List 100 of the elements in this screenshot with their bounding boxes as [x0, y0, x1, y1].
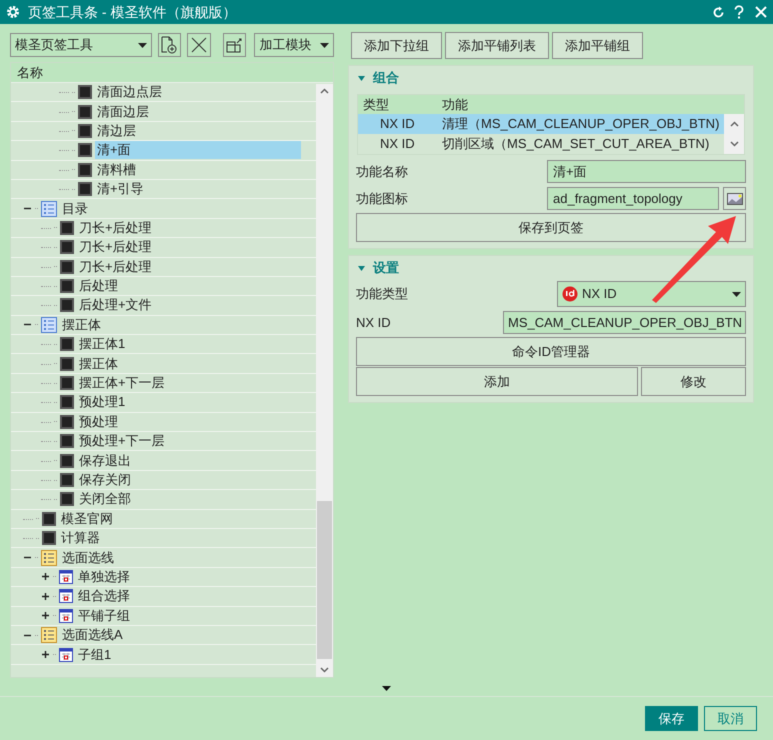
list-icon	[41, 550, 57, 566]
command-icon	[78, 162, 92, 177]
save-to-tab-button[interactable]: 保存到页签	[356, 213, 746, 242]
command-icon	[60, 298, 74, 312]
id-manager-button[interactable]: 命令ID管理器	[356, 337, 746, 366]
tab-dropdown[interactable]: 模圣页签工具	[10, 33, 152, 57]
scrollbar-thumb[interactable]	[317, 501, 332, 659]
field-label: 功能图标	[356, 190, 409, 208]
expand-icon[interactable]	[41, 611, 50, 620]
tree-item[interactable]: 后处理	[11, 276, 301, 296]
tree-item[interactable]: 平铺子组	[11, 606, 301, 625]
command-icon	[60, 454, 74, 468]
section-title: 组合	[373, 69, 399, 88]
scroll-up-icon[interactable]	[730, 121, 738, 127]
command-icon	[78, 182, 92, 196]
tree-item[interactable]: 预处理+下一层	[11, 432, 301, 450]
tree-item[interactable]: 清面边点层	[11, 83, 301, 102]
add-button[interactable]: 添加平铺组	[552, 32, 643, 59]
add-button[interactable]: 添加平铺列表	[445, 32, 549, 59]
tree-item[interactable]: 目录	[11, 199, 301, 218]
tree-item[interactable]: 清+引导	[11, 180, 301, 198]
tree-item[interactable]: 计算器	[11, 528, 301, 548]
tree-item[interactable]: 保存退出	[11, 451, 301, 470]
scrollbar[interactable]	[316, 84, 333, 677]
tree-item[interactable]: 刀长+后处理	[11, 258, 301, 276]
command-icon	[60, 220, 74, 235]
scrollbar[interactable]	[724, 114, 744, 154]
tree-item[interactable]: 子组1	[11, 645, 301, 664]
browse-image-button[interactable]	[723, 187, 746, 210]
tree-item[interactable]: 刀长+后处理	[11, 218, 301, 238]
field-label: 功能名称	[356, 162, 409, 181]
command-icon	[60, 260, 74, 274]
close-icon	[190, 37, 207, 53]
export-button[interactable]	[222, 33, 246, 57]
id-field[interactable]: MS_CAM_CLEANUP_OPER_OBJ_BTN	[503, 311, 746, 334]
add-button[interactable]: 添加下拉组	[351, 32, 442, 59]
tree-item[interactable]: 摆正体	[11, 316, 301, 334]
tree-item[interactable]: 预处理	[11, 412, 301, 432]
command-icon	[60, 434, 74, 448]
tree-item[interactable]: 摆正体	[11, 354, 301, 373]
window-title: 页签工具条 - 模圣软件（旗舰版）	[28, 2, 238, 22]
list-icon	[41, 316, 57, 333]
table-cell-text: 切削区域（MS_CAM_SET_CUT_AREA_BTN)	[441, 135, 710, 154]
help-icon[interactable]	[733, 5, 745, 19]
command-icon	[78, 104, 92, 119]
module-dropdown[interactable]: 加工模块	[254, 33, 334, 57]
tree-item[interactable]: 摆正体+下一层	[11, 374, 301, 392]
tree-item[interactable]: 清料槽	[11, 160, 301, 179]
command-icon	[60, 492, 74, 506]
command-icon	[60, 376, 74, 390]
expand-icon[interactable]	[41, 650, 50, 660]
scroll-down-icon[interactable]	[320, 667, 329, 673]
tree-item[interactable]: 后处理+文件	[11, 296, 301, 315]
close-button[interactable]	[187, 33, 211, 57]
tree-item[interactable]: 模圣官网	[11, 510, 301, 528]
tree-item[interactable]: 关闭全部	[11, 490, 301, 509]
command-icon	[42, 512, 56, 526]
reset-icon[interactable]	[712, 6, 725, 18]
column-header[interactable]: 功能	[438, 94, 744, 114]
modify-button[interactable]: 修改	[641, 367, 746, 396]
caret-icon[interactable]	[382, 686, 391, 691]
tree-item[interactable]: 选面选线	[11, 548, 301, 567]
tree-item[interactable]: 单独选择	[11, 568, 301, 586]
tree-item[interactable]: 预处理1	[11, 393, 301, 412]
type-dropdown[interactable]: NX ID	[557, 281, 746, 307]
command-icon	[60, 473, 74, 487]
table-cell-text: NX ID	[379, 135, 416, 154]
table-cell-text: 清理（MS_CAM_CLEANUP_OPER_OBJ_BTN)	[441, 115, 720, 134]
add-button[interactable]	[158, 33, 182, 57]
tree-item[interactable]: 保存关闭	[11, 470, 301, 490]
tree-item[interactable]: 清边层	[11, 122, 301, 140]
tree-item[interactable]: 选面选线A	[11, 626, 301, 644]
icon-field[interactable]: ad_fragment_topology	[547, 187, 719, 210]
close-icon[interactable]	[755, 6, 767, 18]
add-button[interactable]: 添加	[356, 367, 638, 396]
caret-icon	[732, 292, 741, 296]
expand-icon[interactable]	[41, 572, 50, 582]
command-icon	[60, 356, 74, 371]
table-cell-text: NX ID	[379, 115, 416, 134]
field-label: NX ID	[356, 314, 392, 332]
table-row[interactable]: NX ID 切削区域（MS_CAM_SET_CUT_AREA_BTN)	[358, 134, 724, 154]
tree-item[interactable]: 刀长+后处理	[11, 238, 301, 257]
settings-icon[interactable]	[6, 5, 20, 19]
tree-item[interactable]: 摆正体1	[11, 335, 301, 354]
scroll-up-icon[interactable]	[320, 88, 329, 94]
tree-item[interactable]: 组合选择	[11, 587, 301, 606]
tree-item[interactable]: 清面边层	[11, 102, 301, 121]
list-icon	[41, 200, 57, 217]
scroll-down-icon[interactable]	[730, 141, 738, 147]
table-row[interactable]: NX ID 清理（MS_CAM_CLEANUP_OPER_OBJ_BTN)	[358, 114, 724, 134]
command-icon	[78, 85, 92, 100]
column-header[interactable]: 类型	[358, 94, 438, 114]
calendar-icon	[59, 570, 73, 584]
save-button[interactable]: 保存	[645, 706, 698, 731]
command-icon	[78, 143, 92, 158]
column-header[interactable]: 名称	[17, 63, 43, 82]
expand-icon[interactable]	[41, 592, 50, 601]
command-icon	[60, 279, 74, 294]
calendar-icon	[59, 648, 73, 662]
name-field[interactable]: 清+面	[547, 160, 746, 183]
